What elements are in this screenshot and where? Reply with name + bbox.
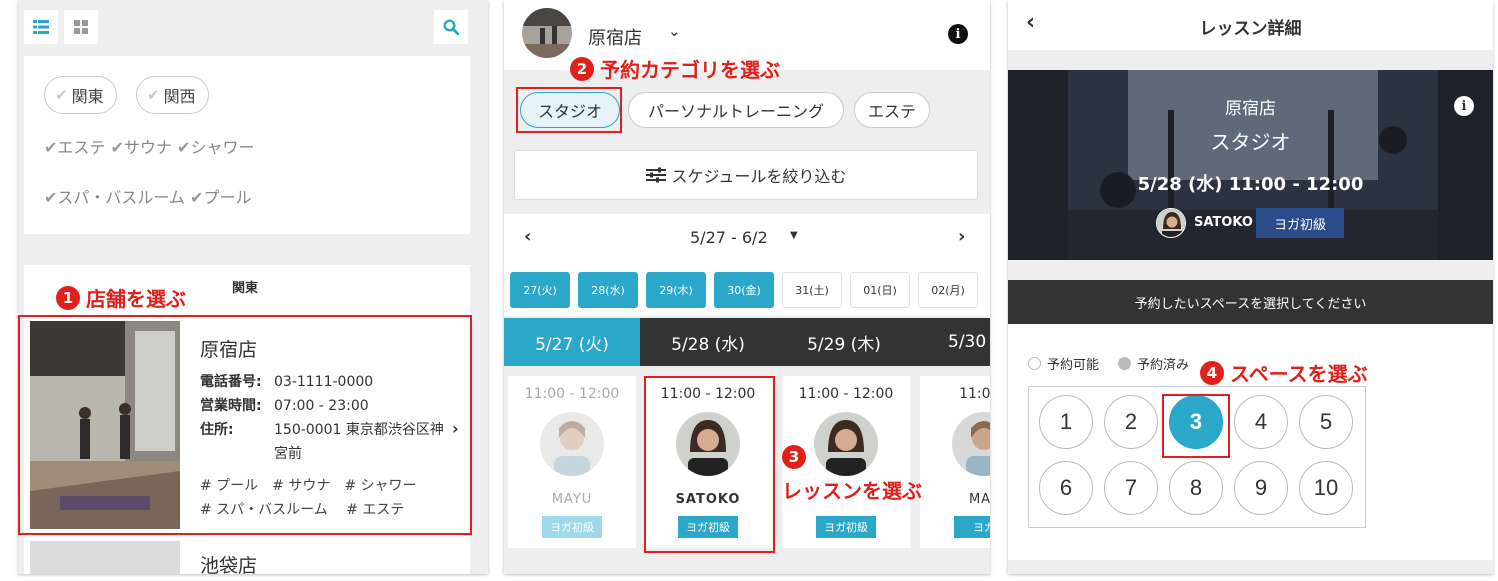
legend-reserved: 予約済み [1118, 354, 1189, 373]
day-chip[interactable]: 28(水) [578, 272, 638, 308]
info-icon[interactable]: i [1454, 96, 1474, 116]
seat-10[interactable]: 10 [1299, 461, 1353, 515]
week-navigator: ‹ 5/27 - 6/2 ▼ › [504, 214, 990, 262]
feature-pool[interactable]: ✔プール [190, 188, 251, 207]
chevron-down-icon[interactable]: ⌄ [668, 22, 681, 40]
list-icon [33, 20, 49, 34]
day-chip[interactable]: 01(日) [850, 272, 910, 308]
week-range[interactable]: 5/27 - 6/2 [690, 228, 768, 247]
check-icon: ✔ [190, 188, 204, 207]
seat-2[interactable]: 2 [1104, 395, 1158, 449]
day-chip[interactable]: 31(土) [782, 272, 842, 308]
check-icon: ✔ [55, 86, 68, 104]
region-chip-kanto[interactable]: ✔ 関東 [44, 76, 117, 114]
highlight-lesson [644, 376, 775, 553]
search-button[interactable] [434, 10, 468, 44]
check-icon: ✔ [44, 138, 58, 157]
sliders-icon [645, 167, 666, 183]
annotation-step-4: 4 スペースを選ぶ [1200, 358, 1368, 387]
check-icon: ✔ [147, 86, 160, 104]
store-filter-box: ✔ 関東 ✔ 関西 ✔エステ ✔サウナ ✔シャワー ✔スパ・バスルーム ✔プール [24, 56, 470, 234]
feature-row-2: ✔スパ・バスルーム ✔プール [44, 184, 251, 208]
highlight-seat [1162, 394, 1230, 458]
annotation-step-3: 3 レッスンを選ぶ [782, 445, 962, 504]
instructor-avatar [1156, 208, 1186, 238]
check-icon: ✔ [177, 138, 191, 157]
highlight-category [516, 87, 622, 133]
seat-7[interactable]: 7 [1104, 461, 1158, 515]
hero-category: スタジオ [1210, 130, 1291, 154]
annotation-step-1: 1 店舗を選ぶ [56, 283, 186, 312]
day-chip-row: 27(火) 28(水) 29(木) 30(金) 31(土) 01(日) 02(月… [504, 262, 990, 316]
seat-9[interactable]: 9 [1234, 461, 1288, 515]
instructor-avatar [540, 412, 604, 476]
info-icon[interactable]: i [948, 24, 968, 44]
day-head[interactable]: 5/29 (木) [776, 318, 912, 366]
hero-store: 原宿店 [1225, 99, 1276, 119]
feature-spa[interactable]: ✔スパ・バスルーム [44, 188, 185, 207]
hero-datetime: 5/28 (水) 11:00 - 12:00 [1137, 174, 1364, 195]
check-icon: ✔ [110, 138, 124, 157]
grid-view-button[interactable] [64, 10, 98, 44]
next-store-photo [30, 541, 180, 574]
legend-available: 予約可能 [1028, 354, 1099, 373]
prev-week-icon[interactable]: ‹ [524, 226, 531, 247]
highlight-store [18, 315, 472, 535]
store-avatar [522, 8, 572, 58]
feature-sauna[interactable]: ✔サウナ [111, 138, 172, 157]
category-chip-esthe[interactable]: エステ [854, 92, 930, 128]
schedule-filter-button[interactable]: スケジュールを絞り込む [514, 150, 978, 200]
seat-5[interactable]: 5 [1299, 395, 1353, 449]
seat-6[interactable]: 6 [1039, 461, 1093, 515]
day-head[interactable]: 5/30 [912, 318, 990, 366]
feature-row-1: ✔エステ ✔サウナ ✔シャワー [44, 134, 254, 158]
region-chip-kansai[interactable]: ✔ 関西 [136, 76, 209, 114]
seat-8[interactable]: 8 [1169, 461, 1223, 515]
lesson-card[interactable]: 11:00 - 12:00 MAYU ヨガ初級 [508, 376, 636, 548]
page-title: レッスン詳細 [1199, 19, 1302, 39]
hero-instructor: SATOKO [1194, 215, 1253, 230]
list-view-button[interactable] [24, 10, 58, 44]
search-icon [443, 19, 459, 35]
feature-shower[interactable]: ✔シャワー [177, 138, 254, 157]
category-chip-personal-training[interactable]: パーソナルトレーニング [628, 92, 844, 128]
seat-4[interactable]: 4 [1234, 395, 1288, 449]
next-week-icon[interactable]: › [958, 226, 965, 247]
next-store-name[interactable]: 池袋店 [200, 551, 257, 574]
day-chip[interactable]: 29(木) [646, 272, 706, 308]
feature-esthe[interactable]: ✔エステ [44, 138, 105, 157]
day-head-selected[interactable]: 5/27 (火) [504, 318, 640, 366]
detail-header: ‹ レッスン詳細 [1008, 0, 1493, 50]
check-icon: ✔ [44, 188, 58, 207]
level-badge: ヨガ初級 [1256, 208, 1344, 238]
store-selector[interactable]: 原宿店 [588, 24, 642, 50]
region-heading: 関東 [232, 281, 259, 296]
grid-icon [74, 20, 88, 34]
caret-down-icon[interactable]: ▼ [790, 230, 798, 241]
select-space-banner: 予約したいスペースを選択してください [1008, 280, 1493, 324]
day-chip[interactable]: 30(金) [714, 272, 774, 308]
day-chip[interactable]: 02(月) [918, 272, 978, 308]
lesson-detail-panel: ‹ レッスン詳細 原宿店 スタジオ 5/28 (水) 11:00 - 12:00… [1008, 0, 1493, 574]
annotation-step-2: 2 予約カテゴリを選ぶ [570, 54, 780, 83]
seat-1[interactable]: 1 [1039, 395, 1093, 449]
day-head[interactable]: 5/28 (水) [640, 318, 776, 366]
lesson-hero: 原宿店 スタジオ 5/28 (水) 11:00 - 12:00 SATOKO ヨ… [1008, 70, 1493, 260]
day-chip[interactable]: 27(火) [510, 272, 570, 308]
